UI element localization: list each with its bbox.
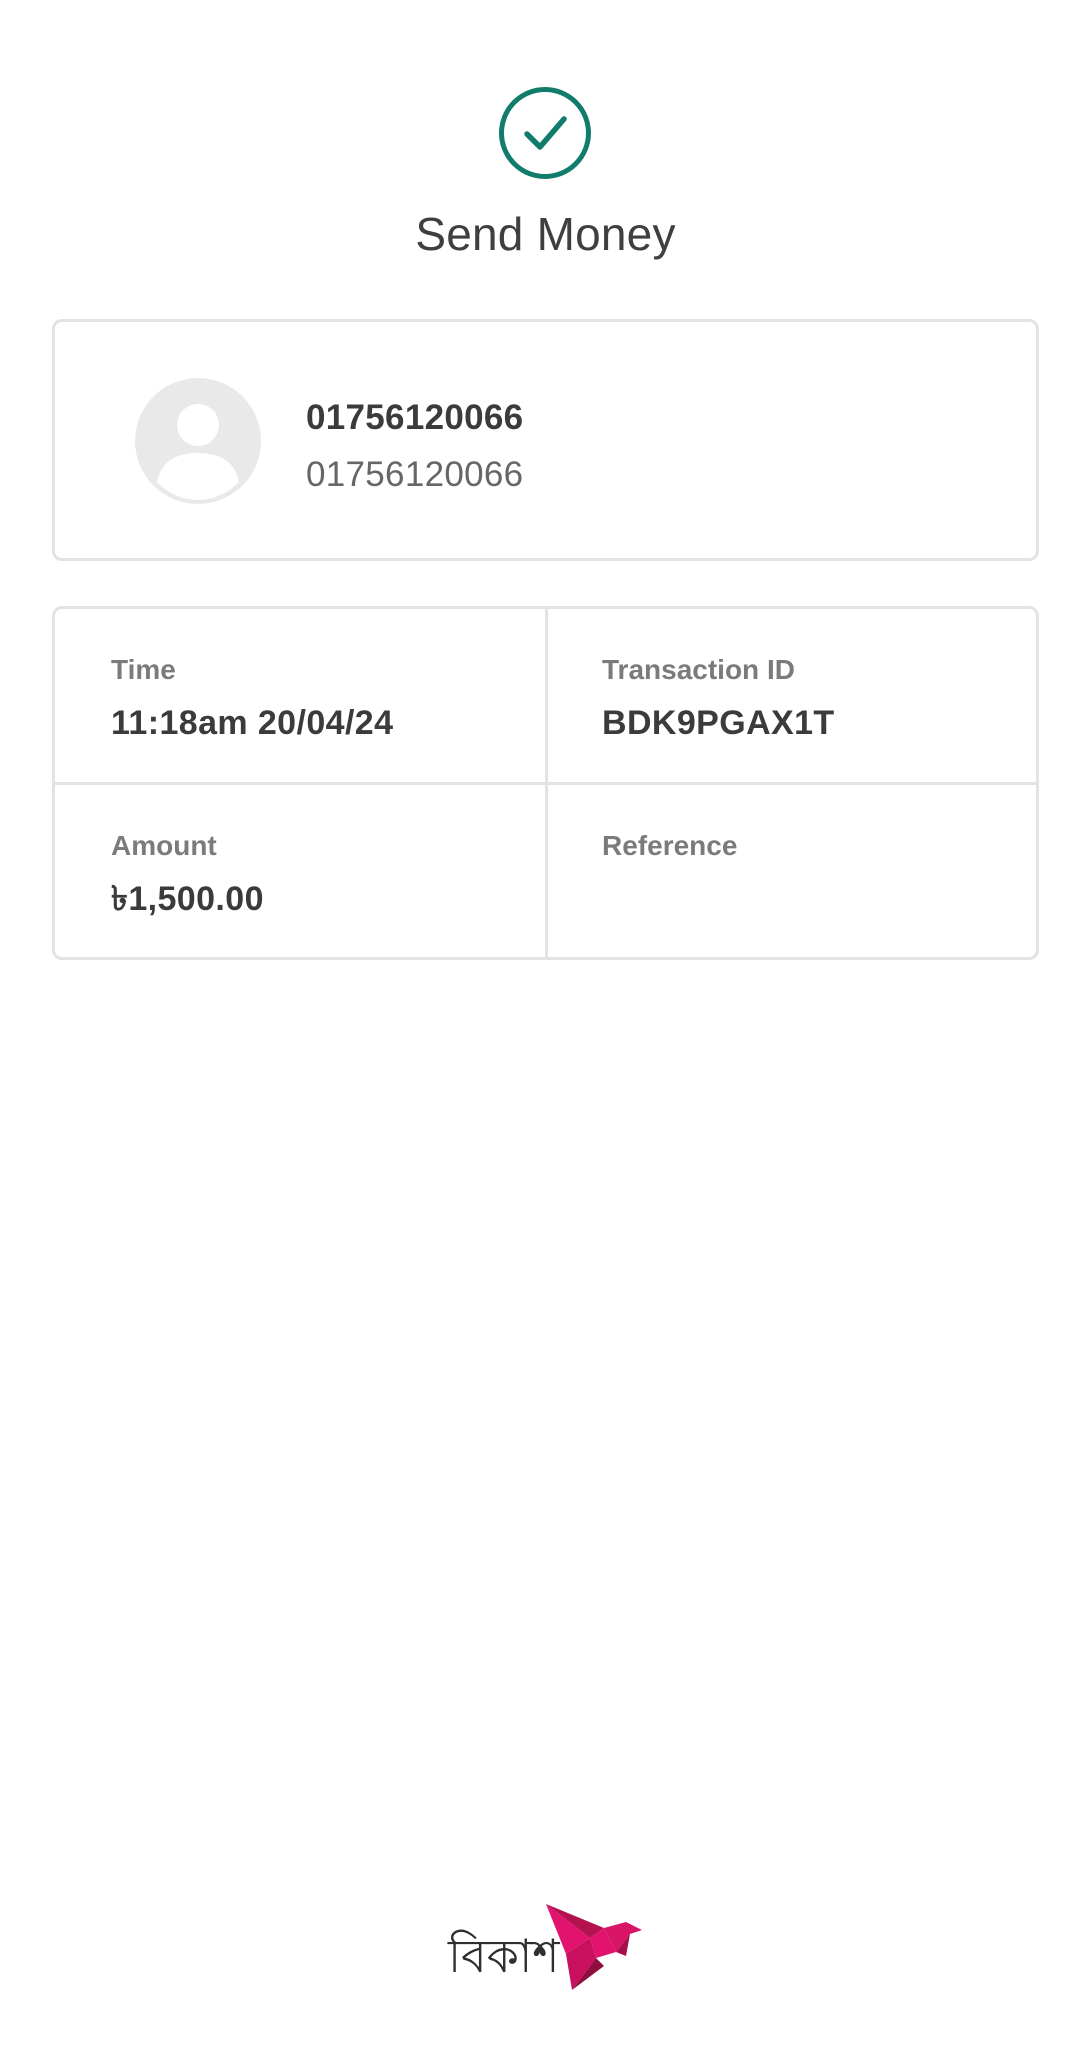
bkash-logo: বিকাশ xyxy=(448,1900,642,1992)
recipient-name: 01756120066 xyxy=(306,398,524,437)
amount-cell: Amount ৳1,500.00 xyxy=(111,829,551,919)
transaction-id-cell: Transaction ID BDK9PGAX1T xyxy=(602,653,1042,743)
recipient-number: 01756120066 xyxy=(306,455,524,494)
row-divider xyxy=(55,782,1036,785)
transaction-details-card: Time 11:18am 20/04/24 Transaction ID BDK… xyxy=(52,606,1039,960)
time-label: Time xyxy=(111,654,176,685)
person-placeholder-icon xyxy=(135,378,261,504)
transaction-receipt-page: Send Money 01756120066 01756120066 Time … xyxy=(0,0,1091,2048)
time-value: 11:18am 20/04/24 xyxy=(111,704,394,742)
check-circle-icon xyxy=(499,87,591,179)
recipient-card: 01756120066 01756120066 xyxy=(52,319,1039,561)
page-title: Send Money xyxy=(415,208,676,260)
amount-label: Amount xyxy=(111,830,217,861)
bkash-bird-logo-icon xyxy=(546,1904,642,1990)
logo-text: বিকাশ xyxy=(448,1929,560,1983)
reference-cell: Reference xyxy=(602,829,1042,879)
transaction-id-label: Transaction ID xyxy=(602,654,795,685)
time-cell: Time 11:18am 20/04/24 xyxy=(111,653,551,743)
transaction-id-value: BDK9PGAX1T xyxy=(602,704,835,742)
reference-label: Reference xyxy=(602,830,738,861)
amount-value: ৳1,500.00 xyxy=(111,880,264,918)
